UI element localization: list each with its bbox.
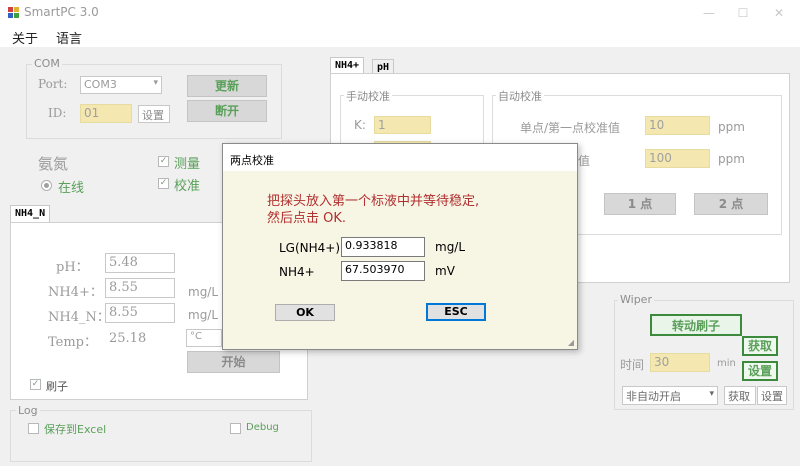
sensor-name: 氨氮 — [38, 155, 69, 173]
maximize-icon[interactable]: ☐ — [726, 3, 760, 23]
dialog-title-bar: 两点校准 — [223, 144, 577, 171]
measure-label: 测量 — [174, 157, 201, 172]
nh4-n-unit: mg/L — [188, 308, 219, 322]
refresh-button[interactable]: 更新 — [187, 75, 267, 97]
wiper-legend: Wiper — [618, 293, 654, 306]
single-point-unit: ppm — [718, 120, 745, 134]
ok-button[interactable]: OK — [275, 304, 335, 321]
wiper-time-unit: min — [717, 358, 736, 369]
wiper-mode-value: 非自动开启 — [626, 390, 681, 403]
log-legend: Log — [16, 404, 40, 417]
menu-language[interactable]: 语言 — [56, 28, 82, 47]
calibrate-checkbox[interactable]: ✓ — [158, 178, 169, 189]
disconnect-button[interactable]: 断开 — [187, 100, 267, 122]
wiper-get-button[interactable]: 获取 — [742, 336, 778, 356]
id-set-button[interactable]: 设置 — [138, 105, 170, 123]
second-point-unit: ppm — [718, 152, 745, 166]
online-radio[interactable] — [41, 180, 52, 191]
chevron-down-icon: ▾ — [153, 78, 158, 88]
temp-unit: °C — [190, 331, 202, 342]
k-input[interactable]: 1 — [374, 116, 431, 134]
window-title: SmartPC 3.0 — [24, 5, 99, 19]
tab-nh4-n[interactable]: NH4_N — [10, 205, 51, 223]
start-button[interactable]: 开始 — [187, 351, 280, 373]
k-label: K: — [354, 118, 366, 132]
two-point-button[interactable]: 2 点 — [694, 193, 768, 215]
esc-button[interactable]: ESC — [426, 303, 486, 321]
com-legend: COM — [32, 57, 62, 70]
ph-label: pH： — [56, 260, 89, 275]
port-value: COM3 — [84, 78, 117, 91]
nh4-unit: mg/L — [188, 285, 219, 299]
nh4-n-label: NH4_N： — [48, 310, 110, 325]
calibrate-label: 校准 — [174, 179, 201, 194]
auto-legend: 自动校准 — [496, 88, 544, 104]
wiper-set-button[interactable]: 设置 — [742, 361, 778, 381]
excel-checkbox[interactable] — [28, 423, 39, 434]
wiper-mode-get-button[interactable]: 获取 — [724, 386, 756, 405]
one-point-button[interactable]: 1 点 — [604, 193, 676, 215]
title-bar: SmartPC 3.0 — ☐ ✕ — [0, 0, 800, 26]
menu-bar: 关于 语言 — [0, 26, 800, 47]
second-point-label: 值 — [578, 154, 591, 168]
lg-nh4-label: LG(NH4+) — [279, 241, 341, 255]
wiper-mode-set-button[interactable]: 设置 — [757, 386, 787, 405]
nh4-value: 8.55 — [105, 278, 175, 298]
wiper-mode-select[interactable]: 非自动开启 ▾ — [622, 386, 718, 405]
port-select[interactable]: COM3 ▾ — [80, 76, 162, 94]
id-input[interactable]: 01 — [80, 104, 132, 123]
online-label: 在线 — [58, 181, 85, 196]
close-icon[interactable]: ✕ — [762, 3, 796, 23]
temp-label: Temp： — [48, 335, 98, 350]
id-label: ID: — [48, 106, 67, 120]
dialog-body: 把探头放入第一个标液中并等待稳定, 然后点击 OK. LG(NH4+) 0.93… — [223, 171, 577, 349]
debug-label: Debug — [246, 422, 279, 433]
single-point-label: 单点/第一点校准值 — [520, 121, 621, 135]
second-point-input[interactable]: 100 — [645, 149, 710, 168]
nh4-mv-unit: mV — [435, 264, 455, 278]
temp-value: 25.18 — [109, 331, 147, 346]
dialog-title: 两点校准 — [230, 154, 274, 167]
port-label: Port: — [38, 77, 68, 91]
dialog-message-line1: 把探头放入第一个标液中并等待稳定, — [267, 194, 480, 209]
ph-value: 5.48 — [105, 253, 175, 273]
nh4-mv-input[interactable]: 67.503970 — [341, 261, 425, 281]
temp-unit-select[interactable]: °C — [186, 329, 222, 347]
measure-checkbox[interactable]: ✓ — [158, 156, 169, 167]
resize-grip-icon[interactable]: ◢ — [568, 338, 574, 347]
menu-about[interactable]: 关于 — [12, 28, 38, 47]
debug-checkbox[interactable] — [230, 423, 241, 434]
app-icon — [8, 7, 20, 19]
dialog-message-line2: 然后点击 OK. — [267, 211, 347, 226]
brush-label: 刷子 — [46, 380, 68, 393]
single-point-input[interactable]: 10 — [645, 116, 710, 135]
nh4-label: NH4+： — [48, 285, 103, 300]
nh4-n-value: 8.55 — [105, 303, 175, 323]
excel-label: 保存到Excel — [44, 423, 107, 436]
minimize-icon[interactable]: — — [692, 3, 726, 23]
rotate-brush-button[interactable]: 转动刷子 — [650, 314, 742, 336]
lg-nh4-unit: mg/L — [435, 240, 466, 254]
brush-checkbox[interactable]: ✓ — [30, 379, 41, 390]
manual-legend: 手动校准 — [344, 88, 392, 104]
tab-nh4-plus[interactable]: NH4+ — [330, 57, 365, 74]
nh4-mv-label: NH4+ — [279, 265, 315, 279]
tab-ph[interactable]: pH — [372, 59, 395, 74]
wiper-time-input[interactable]: 30 — [650, 353, 710, 372]
lg-nh4-input[interactable]: 0.933818 — [341, 237, 425, 257]
two-point-calibration-dialog: 两点校准 把探头放入第一个标液中并等待稳定, 然后点击 OK. LG(NH4+)… — [222, 143, 578, 350]
chevron-down-icon: ▾ — [709, 389, 714, 399]
wiper-time-label: 时间 — [620, 358, 645, 372]
